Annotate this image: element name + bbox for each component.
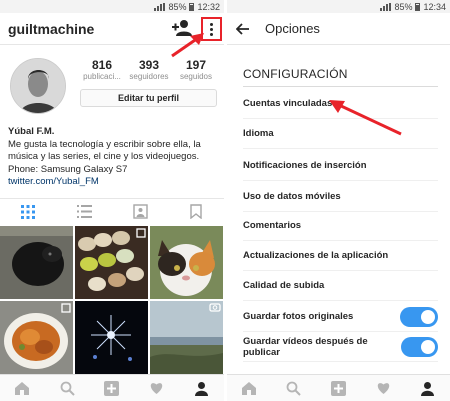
profile-stats: 816 publicaci... 393 seguidores 197 segu… [80, 58, 218, 81]
username: guiltmachine [8, 20, 95, 37]
bottom-navigation [227, 374, 450, 401]
section-divider [243, 86, 438, 87]
battery-text: 85% [394, 1, 413, 12]
stat-value: 197 [185, 58, 207, 72]
profile-bio: Yúbal F.M. Me gusta la tecnología y escr… [8, 126, 222, 189]
signal-icon [380, 2, 392, 11]
section-title: CONFIGURACIÓN [243, 67, 348, 81]
bottom-navigation [0, 374, 224, 401]
photo-thumbnail[interactable] [0, 301, 73, 374]
stat-label: seguidores [129, 72, 169, 81]
options-screen: 85% 12:34 Opciones CONFIGURACIÓN Cuentas… [227, 0, 450, 401]
settings-list: CONFIGURACIÓN Cuentas vinculadas Idioma … [227, 45, 450, 374]
setting-push-notifications[interactable]: Notificaciones de inserción [243, 151, 438, 181]
stat-value: 816 [91, 58, 113, 72]
home-icon[interactable] [13, 379, 31, 397]
photo-thumbnail[interactable] [150, 301, 223, 374]
edit-profile-button[interactable]: Editar tu perfil [80, 89, 217, 107]
photo-grid [0, 226, 224, 374]
setting-label: Actualizaciones de la aplicación [243, 250, 389, 261]
list-icon[interactable] [74, 203, 94, 221]
save-photos-toggle[interactable] [400, 306, 438, 327]
setting-label: Calidad de subida [243, 280, 325, 291]
stat-followers[interactable]: 393 seguidores [127, 58, 171, 81]
bio-line: Me gusta la tecnología y escribir sobre … [8, 138, 201, 150]
search-icon[interactable] [58, 379, 76, 397]
setting-label: Cuentas vinculadas [243, 98, 333, 109]
photo-thumbnail[interactable] [0, 226, 73, 299]
bio-name: Yúbal F.M. [8, 126, 55, 137]
add-icon[interactable] [329, 379, 347, 397]
home-icon[interactable] [240, 379, 258, 397]
setting-upload-quality[interactable]: Calidad de subida [243, 271, 438, 301]
grid-icon[interactable] [18, 203, 38, 221]
battery-icon [189, 2, 195, 11]
setting-save-original-photos: Guardar fotos originales [243, 302, 438, 332]
stat-following[interactable]: 197 seguidos [174, 58, 218, 81]
setting-label: Notificaciones de inserción [243, 160, 367, 171]
setting-mobile-data[interactable]: Uso de datos móviles [243, 182, 438, 212]
annotation-arrow [171, 33, 204, 58]
photo-thumbnail[interactable] [150, 226, 223, 299]
photo-thumbnail[interactable] [75, 226, 148, 299]
profile-icon[interactable] [419, 379, 437, 397]
tagged-icon[interactable] [130, 203, 150, 221]
battery-icon [415, 2, 421, 11]
battery-text: 85% [168, 1, 187, 12]
status-bar: 85% 12:32 [0, 0, 224, 13]
status-bar: 85% 12:34 [227, 0, 450, 13]
setting-label: Guardar fotos originales [243, 311, 354, 322]
profile-screen: 85% 12:32 guiltmachine 816 publicaci... … [0, 0, 224, 401]
clock-text: 12:34 [423, 1, 446, 12]
annotation-arrow [329, 100, 402, 136]
setting-comments[interactable]: Comentarios [243, 211, 438, 241]
setting-save-videos: Guardar vídeos después de publicar [243, 332, 438, 362]
stat-label: seguidos [179, 72, 213, 81]
bio-line: música y las series, el cine y los video… [8, 151, 200, 162]
heart-icon[interactable] [148, 379, 166, 397]
stat-value: 393 [138, 58, 160, 72]
add-icon[interactable] [103, 379, 121, 397]
page-title: Opciones [265, 21, 320, 36]
bio-line: Phone: Samsung Galaxy S7 [8, 163, 128, 175]
profile-icon[interactable] [193, 379, 211, 397]
bio-link[interactable]: twitter.com/Yubal_FM [8, 176, 222, 189]
setting-label: Comentarios [243, 220, 302, 231]
options-header: Opciones [227, 13, 450, 45]
back-arrow-icon[interactable] [229, 13, 257, 45]
bookmark-icon[interactable] [186, 203, 206, 221]
stat-posts[interactable]: 816 publicaci... [80, 58, 124, 81]
stat-label: publicaci... [83, 72, 121, 81]
heart-icon[interactable] [374, 379, 392, 397]
profile-tabs [0, 198, 224, 224]
setting-label: Idioma [243, 128, 274, 139]
signal-icon [154, 2, 166, 11]
setting-app-updates[interactable]: Actualizaciones de la aplicación [243, 241, 438, 271]
clock-text: 12:32 [197, 1, 220, 12]
setting-label: Guardar vídeos después de publicar [243, 335, 368, 358]
setting-label: Uso de datos móviles [243, 191, 341, 202]
search-icon[interactable] [285, 379, 303, 397]
save-videos-toggle[interactable] [401, 336, 438, 357]
photo-thumbnail[interactable] [75, 301, 148, 374]
avatar[interactable] [10, 58, 66, 114]
